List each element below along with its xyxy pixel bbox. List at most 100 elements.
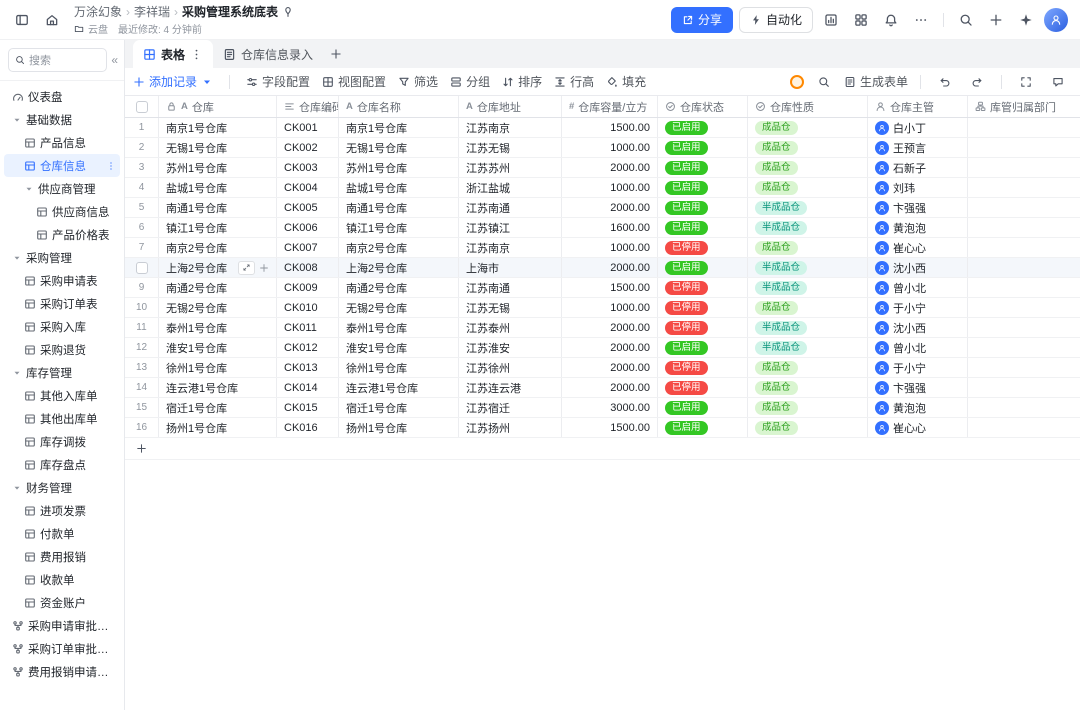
cell-status[interactable]: 已启用 bbox=[658, 338, 748, 357]
cell-nature[interactable]: 半成品仓 bbox=[748, 278, 868, 297]
share-button[interactable]: 分享 bbox=[670, 6, 733, 33]
search-records-icon[interactable] bbox=[812, 70, 836, 94]
sidebar-item[interactable]: 采购申请表 bbox=[4, 269, 120, 292]
cell-code[interactable]: CK002 bbox=[277, 138, 339, 157]
toolbar-button[interactable]: 填充 bbox=[606, 73, 646, 90]
sidebar-group-item[interactable]: 采购管理 bbox=[4, 246, 120, 269]
cell-code[interactable]: CK012 bbox=[277, 338, 339, 357]
cell-address[interactable]: 江苏徐州 bbox=[459, 358, 562, 377]
cell-nature[interactable]: 成品仓 bbox=[748, 138, 868, 157]
cell-capacity[interactable]: 1000.00 bbox=[562, 298, 658, 317]
cell-code[interactable]: CK011 bbox=[277, 318, 339, 337]
caret-down-icon[interactable] bbox=[12, 368, 22, 378]
cell-capacity[interactable]: 2000.00 bbox=[562, 358, 658, 377]
table-row[interactable]: 1 南京1号仓库 CK001 南京1号仓库 江苏南京 1500.00 已启用 成品仓 白小丁 bbox=[125, 118, 1080, 138]
cell-name[interactable]: 宿迁1号仓库 bbox=[339, 398, 459, 417]
cell-manager[interactable]: 黄泡泡 bbox=[868, 218, 968, 237]
sidebar-toggle-icon[interactable] bbox=[10, 8, 34, 32]
sidebar-item[interactable]: 采购订单表 bbox=[4, 292, 120, 315]
column-header[interactable]: 仓库性质 bbox=[748, 96, 868, 117]
cell-capacity[interactable]: 1000.00 bbox=[562, 238, 658, 257]
caret-down-icon[interactable] bbox=[12, 483, 22, 493]
cell-nature[interactable]: 半成品仓 bbox=[748, 198, 868, 217]
cell-code[interactable]: CK008 bbox=[277, 258, 339, 277]
column-header[interactable]: 仓库编码 bbox=[277, 96, 339, 117]
caret-down-icon[interactable] bbox=[12, 115, 22, 125]
user-avatar[interactable] bbox=[1044, 7, 1068, 32]
row-head[interactable]: 6 bbox=[125, 218, 159, 237]
cell-name[interactable]: 上海2号仓库 bbox=[339, 258, 459, 277]
cell-manager[interactable]: 于小宁 bbox=[868, 298, 968, 317]
cell-capacity[interactable]: 3000.00 bbox=[562, 398, 658, 417]
cell-address[interactable]: 江苏无锡 bbox=[459, 138, 562, 157]
cell-manager[interactable]: 黄泡泡 bbox=[868, 398, 968, 417]
sidebar-item[interactable]: 仪表盘 bbox=[4, 85, 120, 108]
cell-nature[interactable]: 半成品仓 bbox=[748, 218, 868, 237]
cell-address[interactable]: 江苏镇江 bbox=[459, 218, 562, 237]
cell-capacity[interactable]: 1500.00 bbox=[562, 418, 658, 437]
sidebar-search-input[interactable]: 搜索 bbox=[8, 48, 108, 72]
column-header[interactable]: A 仓库地址 bbox=[459, 96, 562, 117]
breadcrumb-owner[interactable]: 李祥瑞 bbox=[134, 3, 170, 20]
table-row[interactable]: 15 宿迁1号仓库 CK015 宿迁1号仓库 江苏宿迁 3000.00 已启用 成品仓 黄泡泡 bbox=[125, 398, 1080, 418]
row-head[interactable]: 5 bbox=[125, 198, 159, 217]
sidebar-group-item[interactable]: 库存管理 bbox=[4, 361, 120, 384]
generate-form-button[interactable]: 生成表单 bbox=[844, 73, 908, 90]
cell-manager[interactable]: 曾小北 bbox=[868, 278, 968, 297]
cell-department[interactable] bbox=[968, 218, 1080, 237]
cell-manager[interactable]: 于小宁 bbox=[868, 358, 968, 377]
collaborator-presence-icon[interactable] bbox=[789, 74, 804, 89]
row-head[interactable]: 2 bbox=[125, 138, 159, 157]
cell-department[interactable] bbox=[968, 278, 1080, 297]
cell-nature[interactable]: 成品仓 bbox=[748, 238, 868, 257]
cell-department[interactable] bbox=[968, 178, 1080, 197]
cell-address[interactable]: 上海市 bbox=[459, 258, 562, 277]
cell-nature[interactable]: 成品仓 bbox=[748, 378, 868, 397]
cell-capacity[interactable]: 1000.00 bbox=[562, 178, 658, 197]
table-row[interactable]: 4 盐城1号仓库 CK004 盐城1号仓库 浙江盐城 1000.00 已启用 成品仓 刘玮 bbox=[125, 178, 1080, 198]
sidebar-item[interactable]: 产品信息 bbox=[4, 131, 120, 154]
cell-status[interactable]: 已停用 bbox=[658, 278, 748, 297]
cell-status[interactable]: 已停用 bbox=[658, 318, 748, 337]
cell-code[interactable]: CK014 bbox=[277, 378, 339, 397]
cell-capacity[interactable]: 2000.00 bbox=[562, 158, 658, 177]
table-row[interactable]: 6 镇江1号仓库 CK006 镇江1号仓库 江苏镇江 1600.00 已启用 半成品仓 黄泡泡 bbox=[125, 218, 1080, 238]
table-row[interactable]: 7 南京2号仓库 CK007 南京2号仓库 江苏南京 1000.00 已停用 成品仓 崔心心 bbox=[125, 238, 1080, 258]
cell-nature[interactable]: 半成品仓 bbox=[748, 258, 868, 277]
cell-manager[interactable]: 沈小西 bbox=[868, 318, 968, 337]
cell-warehouse[interactable]: 苏州1号仓库 bbox=[159, 158, 277, 177]
ai-assistant-icon[interactable] bbox=[1014, 8, 1038, 32]
more-actions-icon[interactable] bbox=[909, 8, 933, 32]
cell-nature[interactable]: 成品仓 bbox=[748, 118, 868, 137]
sidebar-item[interactable]: 其他入库单 bbox=[4, 384, 120, 407]
sidebar-item[interactable]: 采购订单审批结果... bbox=[4, 637, 120, 660]
row-head[interactable]: 14 bbox=[125, 378, 159, 397]
cell-manager[interactable]: 崔心心 bbox=[868, 238, 968, 257]
column-header[interactable]: A 仓库 bbox=[159, 96, 277, 117]
cell-address[interactable]: 江苏淮安 bbox=[459, 338, 562, 357]
cell-department[interactable] bbox=[968, 318, 1080, 337]
cell-name[interactable]: 南京2号仓库 bbox=[339, 238, 459, 257]
automation-button[interactable]: 自动化 bbox=[738, 6, 813, 33]
cell-status[interactable]: 已启用 bbox=[658, 178, 748, 197]
cell-capacity[interactable]: 1500.00 bbox=[562, 278, 658, 297]
cell-warehouse[interactable]: 南通2号仓库 bbox=[159, 278, 277, 297]
column-header[interactable]: # 仓库容量/立方 bbox=[562, 96, 658, 117]
cell-status[interactable]: 已启用 bbox=[658, 118, 748, 137]
sidebar-group-item[interactable]: 财务管理 bbox=[4, 476, 120, 499]
cell-status[interactable]: 已启用 bbox=[658, 258, 748, 277]
cell-code[interactable]: CK006 bbox=[277, 218, 339, 237]
table-row[interactable]: 上海2号仓库 CK008 上海2号仓库 上海市 2000.00 已启用 半成品仓 沈小西 bbox=[125, 258, 1080, 278]
cell-address[interactable]: 江苏扬州 bbox=[459, 418, 562, 437]
cell-status[interactable]: 已停用 bbox=[658, 238, 748, 257]
cell-nature[interactable]: 成品仓 bbox=[748, 298, 868, 317]
cell-warehouse[interactable]: 扬州1号仓库 bbox=[159, 418, 277, 437]
table-row[interactable]: 14 连云港1号仓库 CK014 连云港1号仓库 江苏连云港 2000.00 已停用 成品仓 卞… bbox=[125, 378, 1080, 398]
cell-code[interactable]: CK004 bbox=[277, 178, 339, 197]
cell-warehouse[interactable]: 徐州1号仓库 bbox=[159, 358, 277, 377]
cell-name[interactable]: 南通1号仓库 bbox=[339, 198, 459, 217]
column-header[interactable]: 库管归属部门 bbox=[968, 96, 1080, 117]
redo-icon[interactable] bbox=[965, 70, 989, 94]
cell-nature[interactable]: 半成品仓 bbox=[748, 318, 868, 337]
cell-address[interactable]: 江苏泰州 bbox=[459, 318, 562, 337]
